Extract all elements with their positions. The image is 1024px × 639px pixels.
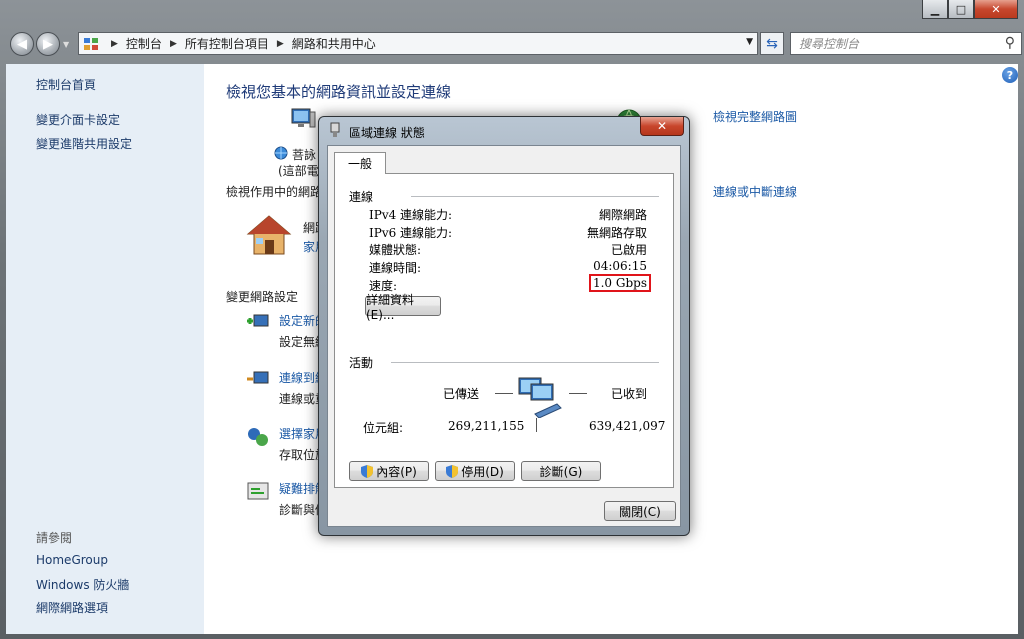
active-networks-heading: 檢視作用中的網路	[226, 185, 323, 199]
minimize-button[interactable]: ▁	[922, 0, 948, 19]
activity-group-label: 活動	[349, 356, 374, 370]
help-icon[interactable]: ?	[1002, 67, 1018, 83]
bytes-label: 位元組:	[363, 421, 404, 435]
window-frame: ▁ □ ✕ ◀ ▶ ▼ ▶ 控制台 ▶ 所有控制台項目 ▶ 網路和共用中心 ▼	[0, 0, 1024, 639]
breadcrumb-all-items[interactable]: 所有控制台項目	[185, 35, 269, 52]
sent-label: 已傳送	[443, 387, 480, 401]
uac-shield-icon	[446, 464, 459, 478]
activity-group-divider	[391, 362, 659, 363]
close-window-button[interactable]: ✕	[974, 0, 1018, 19]
computer-icon	[291, 108, 316, 128]
duration-label: 連線時間:	[369, 261, 422, 275]
connection-group-label: 連線	[349, 190, 374, 204]
maximize-button[interactable]: □	[948, 0, 974, 19]
back-button[interactable]: ◀	[10, 32, 34, 56]
setup-connection-icon	[247, 314, 269, 327]
sidebar-item-adapter-settings[interactable]: 變更介面卡設定	[36, 111, 120, 128]
tab-general[interactable]: 一般	[334, 152, 386, 174]
home-network-icon	[246, 215, 292, 255]
caption-buttons: ▁ □ ✕	[922, 0, 1018, 20]
computer-subtitle: (這部電	[278, 164, 319, 178]
see-also-firewall[interactable]: Windows 防火牆	[36, 576, 129, 593]
forward-arrow-icon: ▶	[43, 36, 53, 52]
view-full-map-link[interactable]: 檢視完整網路圖	[713, 108, 797, 125]
received-label: 已收到	[611, 387, 648, 401]
activity-divider	[536, 418, 537, 432]
disable-button[interactable]: 停用(D)	[435, 461, 515, 481]
back-arrow-icon: ◀	[17, 36, 27, 52]
see-also-homegroup[interactable]: HomeGroup	[36, 553, 108, 567]
media-state-label: 媒體狀態:	[369, 243, 422, 257]
sidebar-item-advanced-sharing[interactable]: 變更進階共用設定	[36, 135, 132, 152]
connection-group-divider	[411, 196, 659, 197]
troubleshoot-icon	[247, 482, 269, 500]
address-dropdown-icon[interactable]: ▼	[746, 37, 753, 47]
connect-disconnect-link[interactable]: 連線或中斷連線	[713, 183, 797, 200]
properties-button-label: 內容(P)	[376, 464, 417, 479]
see-also-heading: 請參閱	[36, 531, 73, 545]
ipv6-label: IPv6 連線能力:	[369, 226, 453, 240]
forward-button[interactable]: ▶	[36, 32, 60, 56]
refresh-button[interactable]: ⇆	[760, 32, 784, 55]
sidebar: 控制台首頁 變更介面卡設定 變更進階共用設定 請參閱 HomeGroup Win…	[6, 64, 204, 634]
network-globe-icon	[274, 146, 288, 160]
ipv6-value: 無網路存取	[586, 226, 647, 240]
duration-value: 04:06:15	[593, 259, 647, 273]
search-input[interactable]: 搜尋控制台 ⚲	[790, 32, 1022, 55]
control-panel-icon	[84, 37, 98, 50]
change-settings-heading: 變更網路設定	[226, 290, 299, 304]
connection-status-dialog: 區域連線 狀態 ✕ 一般 連線 IPv4 連線能力: 網際網路 IPv6 連線能…	[318, 116, 690, 536]
search-placeholder: 搜尋控制台	[799, 37, 860, 51]
dialog-close-button[interactable]: ✕	[640, 117, 684, 136]
media-state-value: 已啟用	[610, 243, 647, 257]
ipv4-label: IPv4 連線能力:	[369, 208, 453, 222]
navigation-bar: ◀ ▶ ▼ ▶ 控制台 ▶ 所有控制台項目 ▶ 網路和共用中心 ▼ ⇆ 搜尋控制…	[8, 28, 1022, 60]
search-icon[interactable]: ⚲	[1005, 35, 1015, 51]
bytes-received-value: 639,421,097	[589, 419, 666, 433]
see-also-internet-options[interactable]: 網際網路選項	[36, 599, 108, 616]
details-button[interactable]: 詳細資料(E)...	[365, 293, 441, 322]
computer-name: 菩詠	[292, 148, 317, 162]
dialog-client-area: 一般 連線 IPv4 連線能力: 網際網路 IPv6 連線能力: 無網路存取 媒…	[327, 145, 681, 527]
sent-dash	[495, 393, 513, 394]
breadcrumb-separator-icon: ▶	[169, 38, 177, 49]
received-dash	[569, 393, 587, 394]
ipv4-value: 網際網路	[598, 208, 647, 222]
connect-network-icon	[247, 371, 269, 384]
address-bar[interactable]: ▶ 控制台 ▶ 所有控制台項目 ▶ 網路和共用中心 ▼	[78, 32, 758, 55]
general-tab-page: 連線 IPv4 連線能力: 網際網路 IPv6 連線能力: 無網路存取 媒體狀態…	[334, 173, 674, 488]
properties-button[interactable]: 內容(P)	[349, 461, 429, 481]
breadcrumb-separator-icon: ▶	[276, 38, 284, 49]
refresh-icon: ⇆	[766, 35, 778, 52]
breadcrumb-control-panel[interactable]: 控制台	[126, 35, 162, 52]
breadcrumb-network-center[interactable]: 網路和共用中心	[292, 35, 376, 52]
close-button[interactable]: 關閉(C)	[604, 501, 676, 521]
homegroup-icon	[248, 428, 268, 446]
breadcrumb-separator-icon: ▶	[111, 38, 118, 49]
bytes-sent-value: 269,211,155	[448, 419, 525, 433]
diagnose-button[interactable]: 診斷(G)	[521, 461, 601, 481]
uac-shield-icon	[361, 464, 374, 478]
dialog-title: 區域連線 狀態	[349, 126, 425, 140]
recent-pages-dropdown[interactable]: ▼	[63, 40, 73, 49]
network-adapter-icon	[330, 122, 340, 137]
speed-value: 1.0 Gbps	[588, 274, 651, 292]
sidebar-item-home[interactable]: 控制台首頁	[36, 76, 96, 93]
network-activity-icon	[518, 377, 562, 418]
disable-button-label: 停用(D)	[461, 464, 504, 479]
page-title: 檢視您基本的網路資訊並設定連線	[226, 83, 452, 101]
